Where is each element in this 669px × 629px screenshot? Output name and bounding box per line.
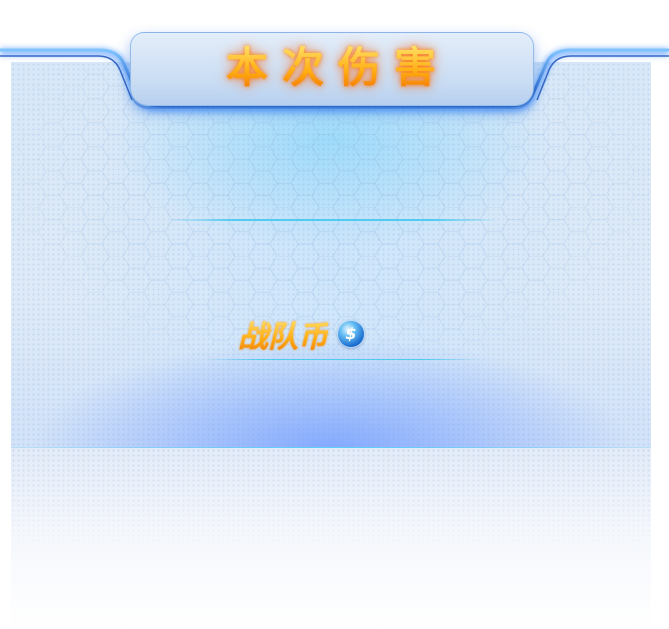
- coin-icon: $: [338, 321, 364, 347]
- divider-middle: [205, 359, 480, 360]
- page-title: 本次伤害: [130, 38, 532, 98]
- panel-edge-line: [11, 447, 651, 448]
- dot-texture-lower: [11, 448, 651, 629]
- lower-panel: [11, 448, 651, 629]
- divider-top: [168, 219, 498, 221]
- damage-result-popup: 本次伤害 战队币 $: [0, 0, 669, 629]
- currency-row: 战队币 $: [238, 312, 364, 356]
- currency-label: 战队币: [238, 312, 328, 356]
